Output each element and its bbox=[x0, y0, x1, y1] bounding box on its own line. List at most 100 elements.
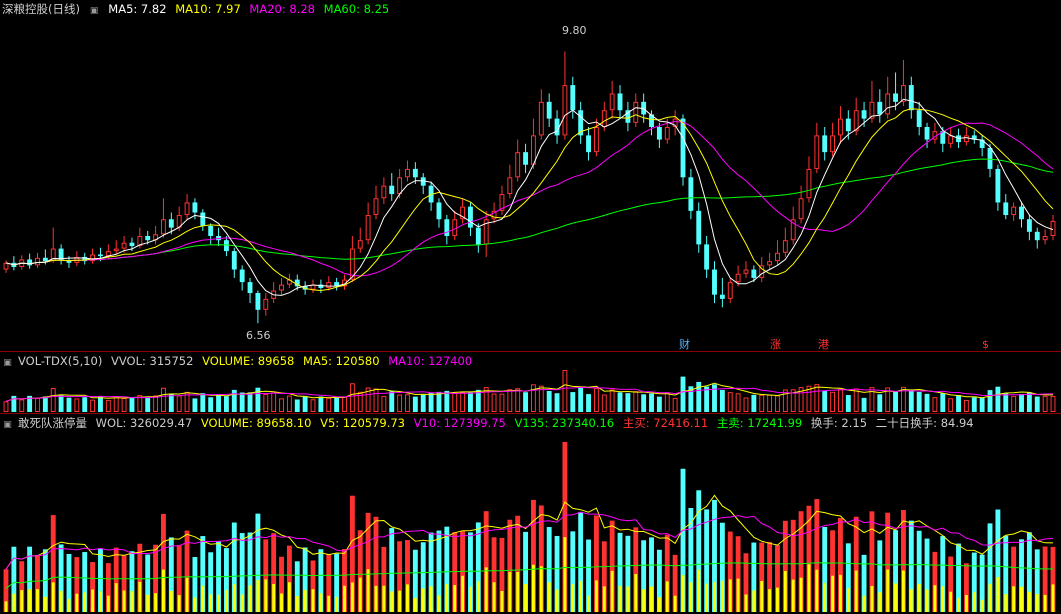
dare-main-sell-bar bbox=[1035, 593, 1039, 612]
candle-body-up bbox=[326, 282, 332, 288]
dare-main-sell-bar bbox=[240, 594, 244, 612]
dare-main-buy-bar bbox=[106, 595, 110, 612]
vol-bar-down bbox=[554, 393, 560, 412]
vol-bar-up bbox=[19, 399, 25, 413]
vol-bar-down bbox=[468, 392, 473, 412]
dare-main-sell-bar bbox=[256, 580, 260, 612]
dare-main-buy-bar bbox=[901, 570, 905, 612]
candle-body-up bbox=[814, 135, 820, 169]
candle-body-up bbox=[664, 127, 670, 140]
vol-bar-down bbox=[877, 394, 883, 412]
dare-main-sell-bar bbox=[642, 589, 646, 612]
candle-body-down bbox=[712, 269, 717, 295]
marker-finance[interactable]: 财 bbox=[679, 339, 690, 351]
vol-bar-down bbox=[845, 395, 851, 412]
candle-body-down bbox=[231, 251, 237, 270]
price-header: 深粮控股(日线) ▣ MA5: 7.82 MA10: 7.97 MA20: 8.… bbox=[2, 2, 394, 17]
vol-bar-down bbox=[625, 393, 631, 412]
vol-bar-down bbox=[66, 397, 72, 412]
candle-body-up bbox=[798, 198, 804, 220]
collapse-icon[interactable]: ▣ bbox=[2, 358, 13, 369]
volume-panel[interactable]: ▣ VOL-TDX(5,10) VVOL: 315752 VOLUME: 8965… bbox=[0, 352, 1061, 414]
vol-bar-down bbox=[822, 391, 828, 412]
dare-main-buy-bar bbox=[20, 590, 24, 612]
dare-main-sell-bar bbox=[657, 597, 661, 612]
candle-body-up bbox=[184, 202, 190, 216]
dare-main-buy-bar bbox=[776, 587, 779, 612]
vol-bar-down bbox=[389, 391, 395, 412]
dare-main-sell-bar bbox=[99, 591, 102, 612]
vol-bar-up bbox=[161, 387, 166, 412]
vol-bar-up bbox=[113, 396, 119, 413]
vol-bar-up bbox=[452, 392, 458, 413]
vol-bar-down bbox=[617, 392, 623, 412]
candlestick-chart[interactable] bbox=[0, 0, 1061, 352]
dare-main-sell-bar bbox=[28, 589, 32, 612]
vol-bar-down bbox=[893, 391, 898, 412]
candle-body-up bbox=[161, 219, 166, 235]
collapse-icon[interactable]: ▣ bbox=[89, 6, 100, 17]
high-price-label: 9.80 bbox=[562, 24, 587, 37]
dare-main-sell-bar bbox=[524, 583, 528, 612]
marker-hk[interactable]: 港 bbox=[818, 339, 829, 351]
dare-volume-chart[interactable] bbox=[0, 414, 1061, 614]
dare-main-sell-bar bbox=[413, 598, 417, 612]
dare-main-sell-bar bbox=[980, 599, 984, 612]
dare-main-sell-bar bbox=[689, 582, 693, 612]
dare-main-sell-bar bbox=[224, 589, 228, 612]
candle-body-up bbox=[948, 135, 954, 144]
vol-bar-up bbox=[507, 389, 513, 412]
vol-bar-up bbox=[342, 396, 347, 412]
dare-main-sell-bar bbox=[878, 592, 882, 612]
dare-main-sell-bar bbox=[650, 586, 653, 612]
dare-volume-panel[interactable]: ▣ 敢死队涨停量 WOL: 326029.47 VOLUME: 89658.10 … bbox=[0, 414, 1061, 614]
candle-body-down bbox=[223, 240, 229, 252]
dare-main-buy-bar bbox=[831, 575, 835, 612]
dare-main-sell-bar bbox=[752, 590, 756, 612]
vol-bar-up bbox=[672, 397, 678, 413]
vol-bar-down bbox=[971, 397, 977, 412]
candle-body-down bbox=[680, 118, 686, 178]
vol-bar-up bbox=[609, 389, 615, 412]
dare-main-sell-bar bbox=[720, 580, 724, 612]
vol-title[interactable]: VOL-TDX(5,10) bbox=[18, 354, 102, 368]
candle-body-down bbox=[696, 210, 702, 245]
candle-body-up bbox=[35, 257, 40, 266]
vol-bar-down bbox=[578, 387, 584, 412]
vol-bar-down bbox=[231, 389, 237, 412]
dare-title[interactable]: 敢死队涨停量 bbox=[18, 416, 87, 430]
vol-bar-up bbox=[948, 398, 954, 412]
dare-main-sell-bar bbox=[996, 576, 1000, 612]
dare-main-sell-bar bbox=[957, 597, 960, 612]
candle-body-down bbox=[444, 219, 450, 236]
stock-name[interactable]: 深粮控股 bbox=[2, 2, 48, 16]
candle-body-up bbox=[1050, 220, 1056, 237]
candle-body-down bbox=[570, 85, 576, 111]
dare-main-sell-bar bbox=[988, 583, 992, 612]
dare-main-sell-bar bbox=[217, 594, 220, 612]
candle-body-down bbox=[1003, 202, 1009, 216]
vol-bar-up bbox=[633, 391, 639, 413]
vol-bar-up bbox=[137, 395, 143, 413]
candle-body-down bbox=[845, 118, 851, 132]
dare-main-sell-bar bbox=[232, 584, 236, 612]
vol-bar-up bbox=[735, 393, 741, 412]
dare-main-buy-bar bbox=[36, 589, 39, 612]
candle-body-down bbox=[908, 85, 914, 111]
vol-bar-up bbox=[373, 388, 379, 412]
collapse-icon[interactable]: ▣ bbox=[2, 420, 13, 431]
candle-body-down bbox=[208, 225, 214, 236]
vol-bar-down bbox=[1026, 392, 1032, 412]
price-panel[interactable]: 深粮控股(日线) ▣ MA5: 7.82 MA10: 7.97 MA20: 8.… bbox=[0, 0, 1061, 352]
marker-dollar[interactable]: $ bbox=[982, 339, 989, 351]
vol-bar-down bbox=[704, 386, 710, 412]
marker-limit-up[interactable]: 涨 bbox=[770, 339, 781, 351]
candle-body-up bbox=[593, 127, 599, 153]
candle-body-down bbox=[200, 212, 206, 226]
candle-body-up bbox=[381, 185, 387, 199]
vol-bar-down bbox=[1019, 394, 1024, 412]
candle-body-down bbox=[546, 101, 552, 119]
candle-body-up bbox=[452, 219, 458, 237]
chart-period[interactable]: (日线) bbox=[48, 2, 80, 16]
dare-main-buy-bar bbox=[949, 591, 953, 612]
